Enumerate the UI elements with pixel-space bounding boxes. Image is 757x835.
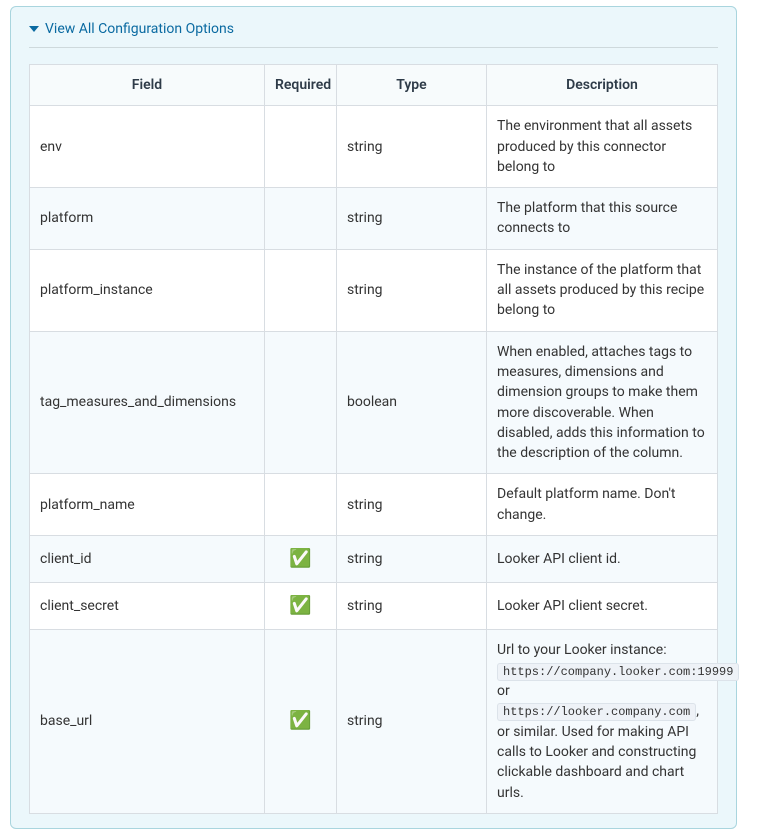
inline-code: https://looker.company.com (497, 703, 696, 721)
description-text: The environment that all assets produced… (497, 118, 692, 175)
cell-field: client_id (30, 536, 265, 583)
cell-description: When enabled, attaches tags to measures,… (487, 331, 718, 474)
inline-code: https://company.looker.com:19999 (497, 663, 739, 681)
cell-type: string (337, 106, 487, 188)
cell-required: ✅ (265, 583, 337, 630)
cell-field: platform (30, 188, 265, 250)
table-row: client_id ✅ string Looker API client id. (30, 536, 718, 583)
collapse-header[interactable]: View All Configuration Options (29, 21, 718, 48)
table-row: platform_instance stringThe instance of t… (30, 249, 718, 331)
cell-required (265, 188, 337, 250)
table-row: platform string The platform that this sou… (30, 188, 718, 250)
cell-description: Url to your Looker instance: https://com… (487, 630, 718, 814)
caret-down-icon (29, 26, 39, 32)
description-text: Looker API client secret. (497, 598, 648, 614)
cell-required (265, 474, 337, 536)
cell-description: The platform that this source connects t… (487, 188, 718, 250)
description-text: or (497, 683, 510, 699)
cell-type: string (337, 188, 487, 250)
cell-description: Looker API client id. (487, 536, 718, 583)
cell-description: Looker API client secret. (487, 583, 718, 630)
description-text: Url to your Looker instance: (497, 642, 667, 658)
table-row: env stringThe environment that all assets… (30, 106, 718, 188)
config-table: Field Required Type Description env strin… (29, 64, 718, 814)
cell-type: string (337, 536, 487, 583)
table-header-row: Field Required Type Description (30, 65, 718, 106)
cell-type: string (337, 474, 487, 536)
table-header-description: Description (487, 65, 718, 106)
config-panel: View All Configuration Options Field Req… (10, 6, 737, 829)
cell-description: The environment that all assets produced… (487, 106, 718, 188)
description-text: Looker API client id. (497, 551, 621, 567)
table-row: platform_name string Default platform name… (30, 474, 718, 536)
cell-required: ✅ (265, 536, 337, 583)
cell-type: boolean (337, 331, 487, 474)
table-row: client_secret ✅ string Looker API client se… (30, 583, 718, 630)
cell-required (265, 249, 337, 331)
description-text: The platform that this source connects t… (497, 200, 677, 236)
cell-field: tag_measures_and_dimensions (30, 331, 265, 474)
table-header-type: Type (337, 65, 487, 106)
cell-type: string (337, 249, 487, 331)
cell-field: platform_name (30, 474, 265, 536)
checkmark-icon: ✅ (289, 710, 311, 731)
table-header-field: Field (30, 65, 265, 106)
cell-type: string (337, 630, 487, 814)
cell-required (265, 331, 337, 474)
checkmark-icon: ✅ (289, 595, 311, 616)
cell-field: env (30, 106, 265, 188)
checkmark-icon: ✅ (289, 548, 311, 569)
cell-field: client_secret (30, 583, 265, 630)
cell-description: The instance of the platform that all as… (487, 249, 718, 331)
cell-field: base_url (30, 630, 265, 814)
cell-field: platform_instance (30, 249, 265, 331)
cell-type: string (337, 583, 487, 630)
table-header-required: Required (265, 65, 337, 106)
description-text: When enabled, attaches tags to measures,… (497, 344, 705, 461)
description-text: Default platform name. Don't change. (497, 486, 676, 522)
table-row: tag_measures_and_dimensions booleanWhen e… (30, 331, 718, 474)
table-row: base_url✅stringUrl to your Looker instan… (30, 630, 718, 814)
cell-required: ✅ (265, 630, 337, 814)
cell-description: Default platform name. Don't change. (487, 474, 718, 536)
description-text: The instance of the platform that all as… (497, 262, 704, 319)
collapse-title: View All Configuration Options (45, 21, 234, 37)
cell-required (265, 106, 337, 188)
